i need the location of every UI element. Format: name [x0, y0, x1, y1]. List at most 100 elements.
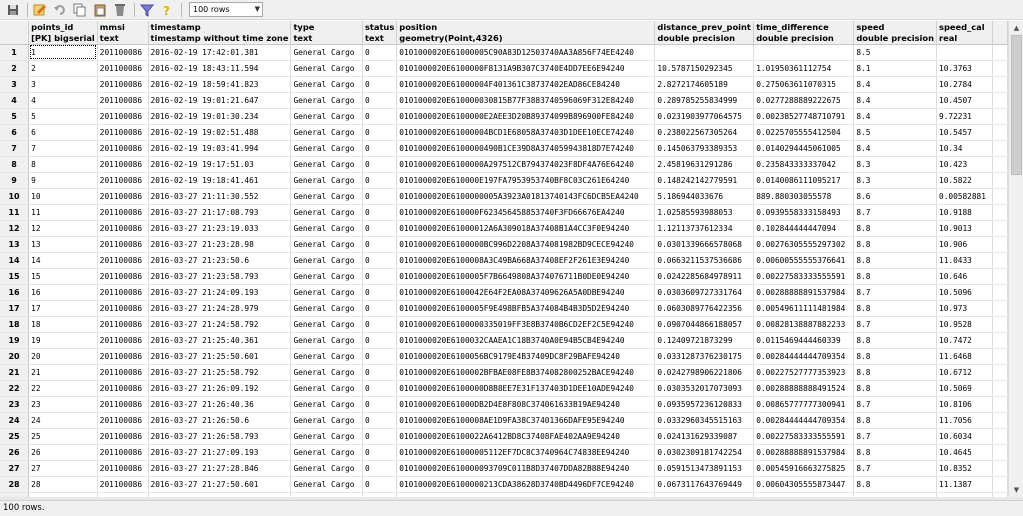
cell-type[interactable]: General Cargo: [290, 316, 363, 333]
cell-type[interactable]: General Cargo: [290, 252, 363, 269]
cell-speed[interactable]: 8.8: [853, 268, 937, 285]
cell-type[interactable]: General Cargo: [290, 460, 363, 477]
cell-timestamp[interactable]: 2016-03-27 21:24:09.193: [148, 284, 292, 301]
edit-icon[interactable]: [31, 1, 49, 19]
cell-distance-prev-point[interactable]: 0.0907044866188057: [654, 316, 755, 333]
cell-status[interactable]: 0: [362, 268, 398, 285]
cell-status[interactable]: 0: [362, 108, 398, 125]
cell-type[interactable]: General Cargo: [290, 380, 363, 397]
column-header-speed[interactable]: speed double precision: [853, 21, 937, 45]
row-number[interactable]: 8: [0, 156, 30, 173]
column-header-points-id[interactable]: points_id [PK] bigserial: [28, 21, 98, 45]
table-row[interactable]: 25 25 201100086 2016-03-27 21:26:58.793 Gene…: [0, 428, 1008, 445]
cell-timestamp[interactable]: 2016-03-27 21:26:40.36: [148, 396, 292, 413]
cell-status[interactable]: 0: [362, 220, 398, 237]
cell-timestamp[interactable]: 2016-03-27 21:27:28.846: [148, 460, 292, 477]
cell-points-id[interactable]: 3: [28, 76, 98, 93]
cell-speed-cal[interactable]: 10.8352: [936, 460, 993, 477]
cell-type[interactable]: General Cargo: [290, 236, 363, 253]
cell-position[interactable]: 0101000020E6100008AE1D9FA38C37401366DAFE…: [396, 412, 656, 429]
cell-position[interactable]: 0101000020E6100000A297512CB794374023F8DF…: [396, 156, 656, 173]
cell-mmsi[interactable]: 201100086: [97, 396, 149, 413]
cell-speed[interactable]: 8.5: [853, 124, 937, 141]
cell-points-id[interactable]: 1: [28, 44, 98, 61]
cell-timestamp[interactable]: 2016-03-27 21:25:40.361: [148, 332, 292, 349]
cell-timestamp[interactable]: 2016-02-19 19:17:51.03: [148, 156, 292, 173]
cell-points-id[interactable]: 15: [28, 268, 98, 285]
cell-time-difference[interactable]: 0.00545916663275825: [753, 460, 855, 477]
cell-status[interactable]: 0: [362, 396, 398, 413]
cell-points-id[interactable]: 13: [28, 236, 98, 253]
cell-position[interactable]: 0101000020E6100000E2AEE3D20B89374099B896…: [396, 108, 656, 125]
column-header-mmsi[interactable]: mmsi text: [97, 21, 149, 45]
cell-time-difference[interactable]: 0.00604305555873447: [753, 476, 855, 493]
cell-speed-cal[interactable]: 10.5096: [936, 284, 993, 301]
vertical-scrollbar[interactable]: ▲ ▼: [1008, 21, 1023, 497]
cell-speed-cal[interactable]: 10.7472: [936, 332, 993, 349]
scrollbar-thumb[interactable]: [1011, 35, 1022, 175]
cell-points-id[interactable]: 9: [28, 172, 98, 189]
cell-speed[interactable]: 8.7: [853, 396, 937, 413]
cell-type[interactable]: General Cargo: [290, 172, 363, 189]
cell-type[interactable]: General Cargo: [290, 156, 363, 173]
cell-distance-prev-point[interactable]: 0.148242142779591: [654, 172, 755, 189]
row-number[interactable]: 14: [0, 252, 30, 269]
cell-mmsi[interactable]: 201100086: [97, 220, 149, 237]
row-number[interactable]: 7: [0, 140, 30, 157]
cell-speed-cal[interactable]: 10.4507: [936, 92, 993, 109]
cell-time-difference[interactable]: 0.00828138887882233: [753, 316, 855, 333]
cell-points-id[interactable]: 23: [28, 396, 98, 413]
paste-icon[interactable]: [91, 1, 109, 19]
cell-speed-cal[interactable]: [936, 44, 993, 61]
cell-timestamp[interactable]: 2016-02-19 17:42:01.381: [148, 44, 292, 61]
cell-mmsi[interactable]: 201100086: [97, 204, 149, 221]
cell-type[interactable]: General Cargo: [290, 204, 363, 221]
cell-status[interactable]: 0: [362, 300, 398, 317]
cell-distance-prev-point[interactable]: 0.0301339666578068: [654, 236, 755, 253]
cell-type[interactable]: General Cargo: [290, 108, 363, 125]
cell-distance-prev-point[interactable]: 10.5787150292345: [654, 60, 755, 77]
cell-time-difference[interactable]: 0.00284444444709354: [753, 412, 855, 429]
cell-speed-cal[interactable]: 10.3763: [936, 60, 993, 77]
cell-status[interactable]: 0: [362, 316, 398, 333]
cell-points-id[interactable]: 27: [28, 460, 98, 477]
cell-distance-prev-point[interactable]: 0.0303532017073093: [654, 380, 755, 397]
cell-mmsi[interactable]: 201100086: [97, 460, 149, 477]
data-grid[interactable]: points_id [PK] bigserial mmsi text timestamp…: [0, 21, 1008, 497]
cell-distance-prev-point[interactable]: 0.145063793389353: [654, 140, 755, 157]
column-header-type[interactable]: type text: [290, 21, 363, 45]
table-row[interactable]: 12 12 201100086 2016-03-27 21:23:19.033 Gene…: [0, 220, 1008, 237]
cell-speed-cal[interactable]: 10.8106: [936, 396, 993, 413]
cell-mmsi[interactable]: 201100086: [97, 364, 149, 381]
cell-status[interactable]: 0: [362, 204, 398, 221]
table-row[interactable]: 7 7 201100086 2016-02-19 19:03:41.994 Genera…: [0, 140, 1008, 157]
cell-time-difference[interactable]: 0.00865777777300941: [753, 396, 855, 413]
cell-speed-cal[interactable]: 10.646: [936, 268, 993, 285]
row-number[interactable]: 10: [0, 188, 30, 205]
cell-points-id[interactable]: 16: [28, 284, 98, 301]
cell-type[interactable]: General Cargo: [290, 284, 363, 301]
cell-speed-cal[interactable]: 11.7056: [936, 412, 993, 429]
cell-distance-prev-point[interactable]: 1.02585593988053: [654, 204, 755, 221]
table-row[interactable]: 20 20 201100086 2016-03-27 21:25:50.601 Gene…: [0, 348, 1008, 365]
cell-timestamp[interactable]: 2016-03-27 21:27:09.193: [148, 444, 292, 461]
cell-status[interactable]: 0: [362, 380, 398, 397]
row-number[interactable]: 5: [0, 108, 30, 125]
rows-limit-select[interactable]: 100 rows ▼: [189, 2, 263, 17]
cell-speed-cal[interactable]: 10.2784: [936, 76, 993, 93]
cell-mmsi[interactable]: 201100086: [97, 108, 149, 125]
cell-speed-cal[interactable]: 10.906: [936, 236, 993, 253]
cell-timestamp[interactable]: 2016-02-19 18:43:11.594: [148, 60, 292, 77]
cell-timestamp[interactable]: 2016-03-27 21:23:58.793: [148, 268, 292, 285]
cell-timestamp[interactable]: 2016-02-19 19:02:51.488: [148, 124, 292, 141]
cell-position[interactable]: 0101000020E6100042E64F2EA08A37409626A5A0…: [396, 284, 656, 301]
cell-position[interactable]: 0101000020E6100022A6412BD8C37408FAE402AA…: [396, 428, 656, 445]
cell-speed-cal[interactable]: 10.6712: [936, 364, 993, 381]
save-icon[interactable]: [4, 1, 22, 19]
row-number[interactable]: 17: [0, 300, 30, 317]
cell-timestamp[interactable]: 2016-03-27 21:26:50.6: [148, 412, 292, 429]
cell-speed[interactable]: 8.8: [853, 348, 937, 365]
cell-timestamp[interactable]: 2016-03-27 21:24:58.792: [148, 316, 292, 333]
cell-distance-prev-point[interactable]: 0.0231903977064575: [654, 108, 755, 125]
cell-mmsi[interactable]: 201100086: [97, 428, 149, 445]
